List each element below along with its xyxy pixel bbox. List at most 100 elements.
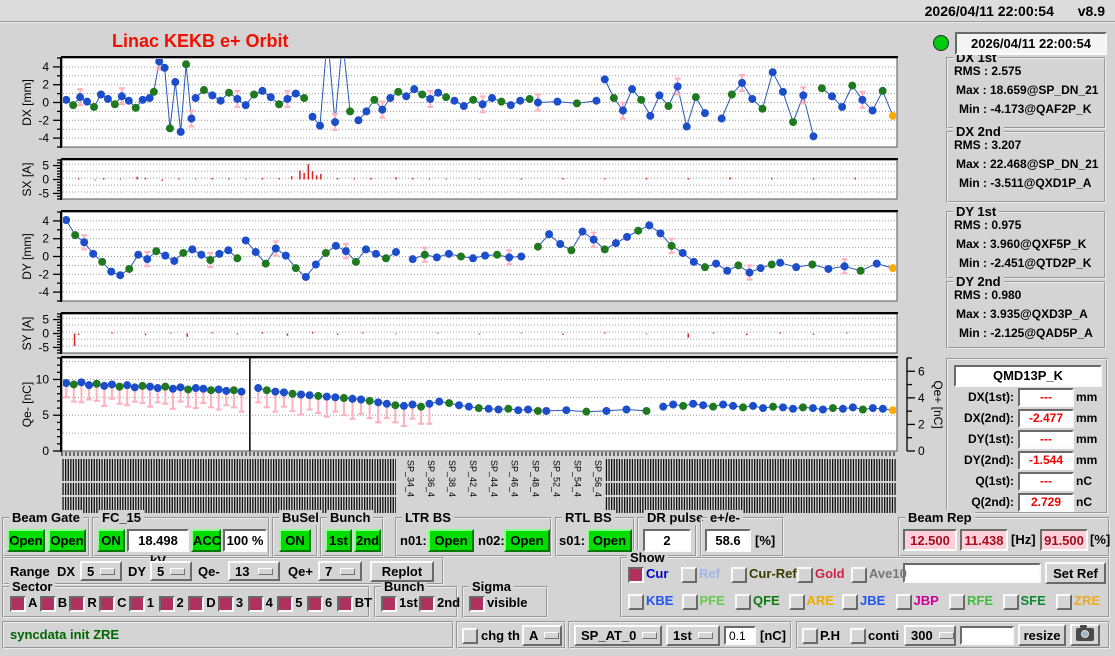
show-checkbox-jbe[interactable] <box>842 594 858 610</box>
bunch-select-checkbox-1st[interactable] <box>381 596 397 612</box>
busel-on-button[interactable]: ON <box>279 529 311 552</box>
ltr-n01-label: n01: <box>400 533 427 548</box>
option-menu-dash-icon <box>698 632 713 639</box>
show-checkbox-ref[interactable] <box>681 567 697 583</box>
stats-dx-2nd: DX 2nd RMS : 3.207 Max : 22.468@SP_DN_21… <box>946 124 1106 203</box>
svg-text:0: 0 <box>918 444 925 458</box>
monitor-row-value: --- <box>1018 388 1074 407</box>
show-checkbox-rfe[interactable] <box>949 594 965 610</box>
sector-checkbox-3[interactable] <box>217 596 234 612</box>
rtl-s01-label: s01: <box>559 533 586 548</box>
navg-dropdown[interactable]: 300 <box>904 625 956 646</box>
show-checkbox-ave10[interactable] <box>851 567 867 583</box>
sector-checkbox-c[interactable] <box>99 596 116 612</box>
stats-dx1-rms: RMS : 2.575 <box>954 64 1022 78</box>
sigma-visible-label: visible <box>487 595 528 610</box>
sector-checkbox-a[interactable] <box>10 596 26 612</box>
show-item-label: ZRE <box>1074 593 1100 608</box>
ltr-bs-label: LTR BS <box>402 510 454 525</box>
rtl-s01-open-button[interactable]: Open <box>587 529 632 552</box>
threshold-unit: [nC] <box>760 628 786 643</box>
ref-name-input[interactable] <box>903 563 1041 583</box>
show-checkbox-jbp[interactable] <box>895 594 912 610</box>
range-qem-dropdown[interactable]: 13 <box>228 561 280 581</box>
monitor-row-unit: mm <box>1076 432 1098 446</box>
ph-label: P.H <box>820 628 840 643</box>
svg-text:5: 5 <box>42 408 49 422</box>
replot-button[interactable]: Replot <box>370 561 434 582</box>
sector-item-label: A <box>28 595 38 610</box>
monitor-row-unit: mm <box>1076 453 1098 467</box>
show-checkbox-gold[interactable] <box>797 567 813 583</box>
bunch-select-label-2nd: 2nd <box>437 595 461 610</box>
busel-label: BuSel <box>279 510 322 525</box>
show-item-label: Gold <box>815 566 845 581</box>
svg-text:SP_52_4: SP_52_4 <box>551 460 561 497</box>
sector-checkbox-6[interactable] <box>307 596 323 612</box>
range-label: Range <box>10 564 50 579</box>
option-menu-dash-icon <box>938 632 954 639</box>
axis-label-qe-plus: Qe+ [nC] <box>931 380 945 428</box>
resize-button[interactable]: resize <box>1018 624 1066 646</box>
bunch-2nd-button[interactable]: 2nd <box>354 529 381 552</box>
show-checkbox-sfe[interactable] <box>1002 594 1019 610</box>
show-checkbox-kbe[interactable] <box>628 594 644 610</box>
sector-checkbox-b[interactable] <box>39 596 56 612</box>
monitor-row-value: --- <box>1018 430 1074 449</box>
sector-checkbox-5[interactable] <box>277 596 294 612</box>
svg-text:4: 4 <box>42 60 49 74</box>
stats-dy1-min: Min : -2.451@QTD2P_K <box>959 256 1092 270</box>
bunch-dropdown[interactable]: 1st <box>666 625 720 646</box>
show-item-label: Cur <box>646 566 669 581</box>
sector-checkbox-4[interactable] <box>247 596 264 612</box>
sector-a-dropdown[interactable]: A <box>522 625 562 646</box>
sector-checkbox-1[interactable] <box>128 596 145 612</box>
chg-th-checkbox[interactable] <box>462 628 478 644</box>
ltr-n02-open-button[interactable]: Open <box>504 529 550 552</box>
titlebar: 2026/04/11 22:00:54 v8.9 <box>0 0 1115 23</box>
show-checkbox-zre[interactable] <box>1056 594 1072 610</box>
svg-text:SP_44_4: SP_44_4 <box>489 460 499 497</box>
fc15-acc-button[interactable]: ACC <box>191 529 221 552</box>
snapshot-button[interactable] <box>1070 624 1100 646</box>
show-checkbox-pfe[interactable] <box>681 594 698 610</box>
bunch-1st-button[interactable]: 1st <box>325 529 352 552</box>
sector-checkbox-bt[interactable] <box>336 596 353 612</box>
range-dx-dropdown[interactable]: 5 <box>80 561 122 581</box>
camera-icon <box>1076 625 1094 641</box>
set-ref-button[interactable]: Set Ref <box>1045 562 1106 584</box>
range-dy-dropdown[interactable]: 5 <box>150 561 192 581</box>
sp-at-dropdown[interactable]: SP_AT_0 <box>574 625 662 646</box>
monitor-row-unit: nC <box>1076 474 1092 488</box>
show-checkbox-cur-ref[interactable] <box>731 567 747 583</box>
sector-checkbox-d[interactable] <box>188 596 205 612</box>
fc15-on-button[interactable]: ON <box>97 529 125 552</box>
conti-checkbox[interactable] <box>850 628 866 644</box>
show-checkbox-are[interactable] <box>788 594 805 610</box>
sector-checkbox-r[interactable] <box>69 596 86 612</box>
show-checkbox-cur[interactable] <box>628 567 644 583</box>
sector-item-label: C <box>117 595 127 610</box>
extra-input[interactable] <box>960 626 1014 645</box>
range-qep-dropdown[interactable]: 7 <box>318 561 362 581</box>
svg-text:-4: -4 <box>38 131 49 145</box>
bunch-select-checkbox-2nd[interactable] <box>419 596 435 612</box>
threshold-input[interactable] <box>724 626 756 645</box>
option-menu-dash-icon <box>258 567 273 575</box>
stats-dx2-title: DX 2nd <box>953 124 1004 139</box>
svg-text:4: 4 <box>42 214 49 228</box>
sector-item-label: 5 <box>295 595 303 610</box>
show-checkbox-qfe[interactable] <box>735 594 751 610</box>
app-window: { "window": {"app_datetime": "2026/04/11… <box>0 0 1115 656</box>
option-menu-dash-icon <box>100 567 116 575</box>
show-item-label: JBP <box>913 593 939 608</box>
ratio-label: e+/e- <box>707 510 743 525</box>
show-item-label: KBE <box>646 593 674 608</box>
beam-gate-open-1-button[interactable]: Open <box>7 529 45 552</box>
sigma-visible-checkbox[interactable] <box>469 596 485 612</box>
beam-gate-open-2-button[interactable]: Open <box>48 529 86 552</box>
monitor-row: DX(2nd): -2.477 mm <box>948 409 1106 428</box>
sector-checkbox-2[interactable] <box>158 596 175 612</box>
ltr-n01-open-button[interactable]: Open <box>428 529 474 552</box>
ph-checkbox[interactable] <box>802 628 818 644</box>
